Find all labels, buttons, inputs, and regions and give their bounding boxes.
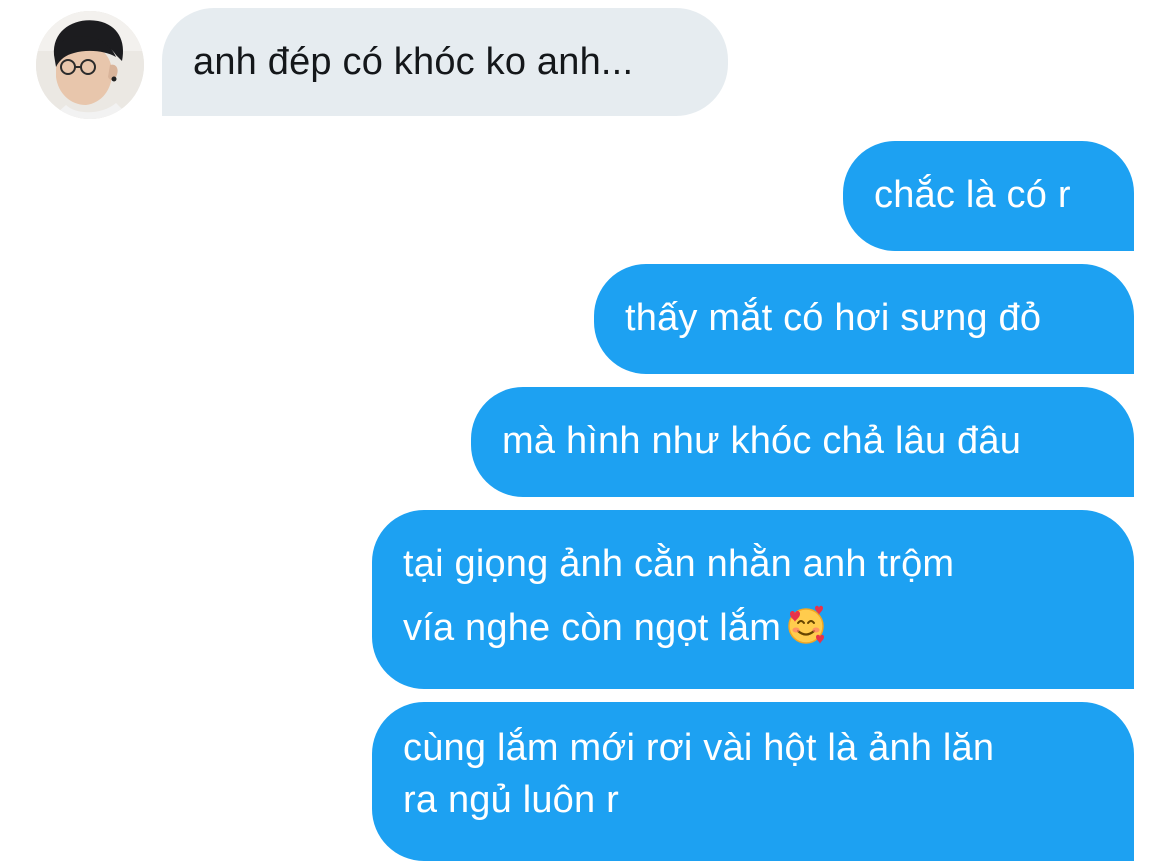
message-text: chắc là có r — [874, 174, 1071, 216]
message-outgoing-4[interactable]: tại giọng ảnh cằn nhằn anh trộm vía nghe… — [372, 510, 1134, 689]
message-outgoing-1[interactable]: chắc là có r — [843, 141, 1134, 251]
message-text-line-content: vía nghe còn ngọt lắm — [403, 607, 782, 649]
user-avatar-photo — [36, 11, 144, 119]
message-outgoing-3[interactable]: mà hình như khóc chả lâu đâu — [471, 387, 1134, 497]
smiling-face-with-hearts-icon — [785, 602, 827, 666]
message-text-line: tại giọng ảnh cằn nhằn anh trộm — [403, 543, 955, 585]
message-text-line: cùng lắm mới rơi vài hột là ảnh lăn — [403, 727, 995, 769]
message-outgoing-5[interactable]: cùng lắm mới rơi vài hột là ảnh lăn ra n… — [372, 702, 1134, 861]
message-outgoing-2[interactable]: thấy mắt có hơi sưng đỏ — [594, 264, 1134, 374]
message-text-line-2: vía nghe còn ngọt lắm — [403, 596, 1134, 666]
contact-avatar[interactable] — [36, 11, 144, 119]
message-incoming-1[interactable]: anh đép có khóc ko anh... — [162, 8, 728, 116]
message-text: mà hình như khóc chả lâu đâu — [502, 420, 1022, 462]
message-text: anh đép có khóc ko anh... — [193, 41, 634, 83]
message-text-line-2: ra ngủ luôn r — [403, 779, 619, 821]
message-text: thấy mắt có hơi sưng đỏ — [625, 297, 1042, 339]
